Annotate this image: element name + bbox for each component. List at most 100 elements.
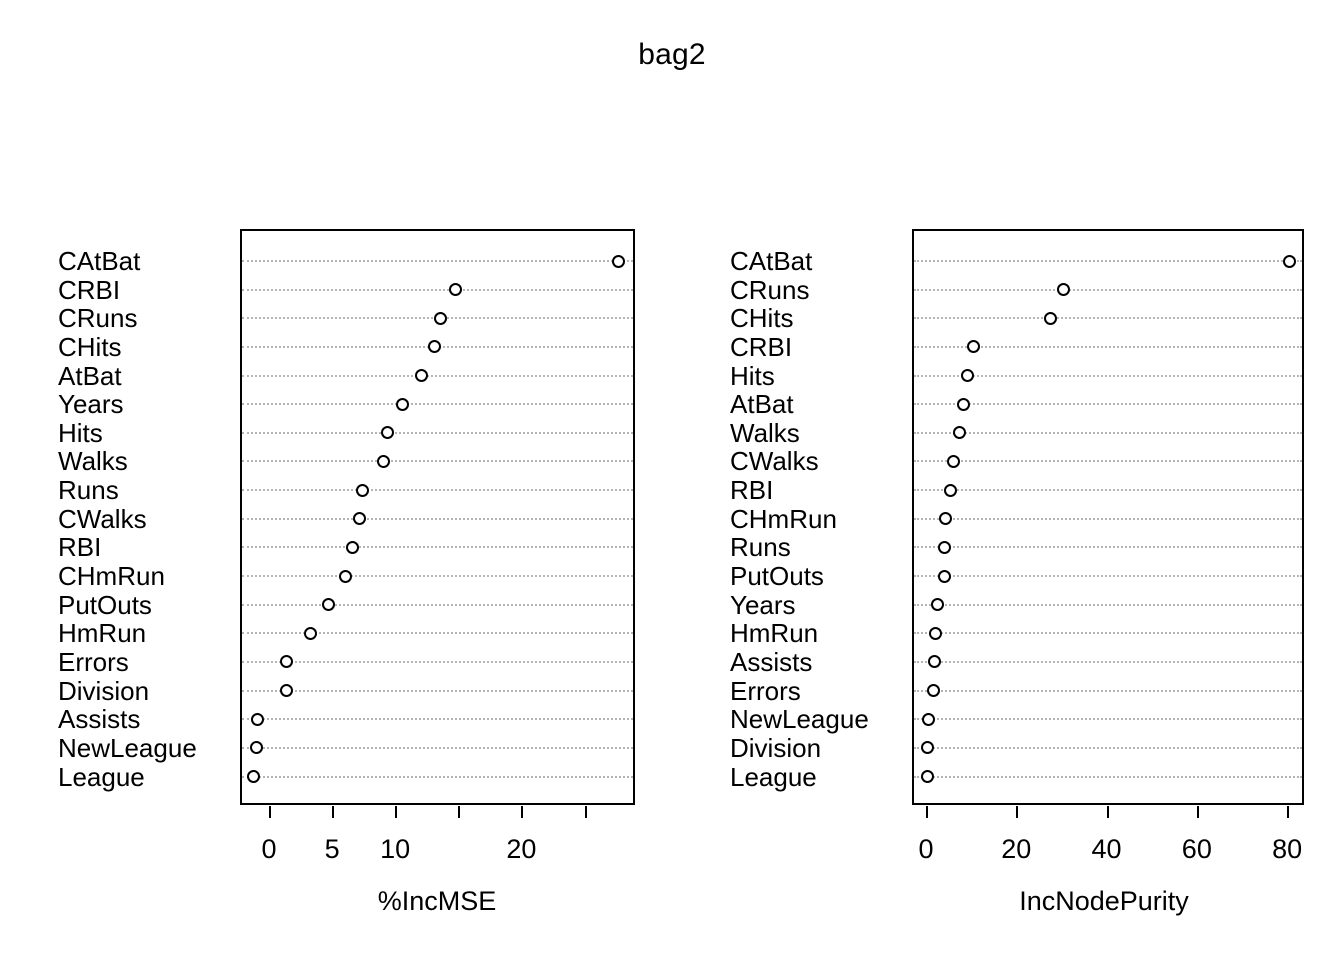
category-label: CRBI (58, 274, 121, 305)
gridline (914, 317, 1302, 320)
category-label: CWalks (730, 446, 819, 477)
category-label: CAtBat (58, 246, 141, 276)
data-point (944, 483, 958, 497)
category-label: Assists (730, 646, 813, 677)
variable-importance-plot: bag2 CAtBat CRBI CRuns CHits AtBat Years Hits W… (0, 0, 1344, 960)
data-point (1283, 254, 1297, 268)
category-label: NewLeague (730, 704, 869, 735)
data-point (612, 254, 626, 268)
category-label: Years (730, 589, 796, 620)
category-label: CAtBat (730, 246, 813, 276)
gridline (914, 517, 1302, 520)
category-label: League (730, 761, 817, 792)
gridline (242, 775, 633, 778)
gridline (242, 546, 633, 549)
gridline (242, 489, 633, 492)
category-label: CRBI (730, 331, 793, 362)
gridline (242, 575, 633, 578)
data-point (937, 569, 951, 583)
gridline (914, 460, 1302, 463)
category-label: Runs (730, 532, 791, 563)
category-label: Walks (58, 446, 128, 477)
axis-tick (395, 806, 398, 818)
axis-tick-label: 0 (261, 834, 277, 864)
axis-tick-label: 20 (1001, 834, 1032, 864)
data-point (960, 369, 974, 383)
category-label: RBI (58, 532, 102, 563)
axis-tick-label: 5 (324, 834, 340, 864)
gridline (914, 431, 1302, 434)
data-point (921, 770, 935, 784)
category-label: AtBat (730, 389, 794, 420)
category-label: Assists (58, 704, 141, 735)
category-label: League (58, 761, 145, 792)
gridline (914, 575, 1302, 578)
data-point (339, 569, 353, 583)
category-label: AtBat (58, 360, 122, 391)
data-point (921, 712, 935, 726)
gridline (914, 603, 1302, 606)
gridline (242, 603, 633, 606)
category-label: PutOuts (58, 589, 152, 620)
category-label: Hits (58, 417, 103, 448)
category-label: CHits (730, 303, 794, 334)
data-point (434, 311, 448, 325)
axis-tick (332, 806, 335, 818)
data-point (396, 397, 410, 411)
gridline (242, 689, 633, 692)
category-label: Errors (730, 675, 801, 706)
gridline (914, 546, 1302, 549)
data-point (946, 454, 960, 468)
data-point (355, 483, 369, 497)
category-label: CRuns (730, 274, 810, 305)
gridline (914, 718, 1302, 721)
gridline (242, 718, 633, 721)
data-point (304, 626, 318, 640)
gridline (242, 288, 633, 291)
category-label: Errors (58, 646, 129, 677)
gridline (242, 746, 633, 749)
x-axis-title: %IncMSE (377, 886, 497, 916)
gridline (914, 632, 1302, 635)
category-label: HmRun (58, 618, 147, 649)
category-label: CHmRun (730, 503, 837, 534)
category-label: RBI (730, 475, 774, 506)
axis-tick-label: 10 (380, 834, 411, 864)
axis-tick-label: 40 (1091, 834, 1122, 864)
axis-tick (521, 806, 524, 818)
axis-tick (926, 806, 928, 818)
category-label: HmRun (730, 618, 819, 649)
axis-tick-label: 20 (506, 834, 537, 864)
axis-tick-label: 0 (918, 834, 934, 864)
gridline (242, 460, 633, 463)
category-label: Walks (730, 417, 800, 448)
category-label: PutOuts (730, 561, 824, 592)
category-label: Division (58, 675, 150, 706)
gridline (242, 374, 633, 377)
gridline (242, 660, 633, 663)
gridline (242, 260, 633, 262)
category-label: CRuns (58, 303, 138, 334)
axis-tick-label: 60 (1181, 834, 1212, 864)
category-label: CWalks (58, 503, 147, 534)
axis-tick-label: 80 (1272, 834, 1303, 864)
gridline (914, 288, 1302, 291)
gridline (914, 775, 1302, 778)
data-point (321, 598, 335, 612)
axis-tick (1016, 806, 1019, 818)
category-label: Division (730, 732, 822, 763)
data-point (1044, 311, 1058, 325)
category-label: CHits (58, 331, 122, 362)
axis-tick (1287, 806, 1290, 818)
gridline (914, 260, 1302, 262)
gridline (242, 403, 633, 406)
gridline (242, 517, 633, 520)
axis-tick (584, 806, 587, 818)
data-point (345, 540, 359, 554)
gridline (242, 632, 633, 635)
category-label: Hits (730, 360, 775, 391)
category-label: NewLeague (58, 732, 197, 763)
category-label: CHmRun (58, 561, 165, 592)
axis-tick (269, 806, 271, 818)
x-axis-title: IncNodePurity (1019, 886, 1189, 916)
